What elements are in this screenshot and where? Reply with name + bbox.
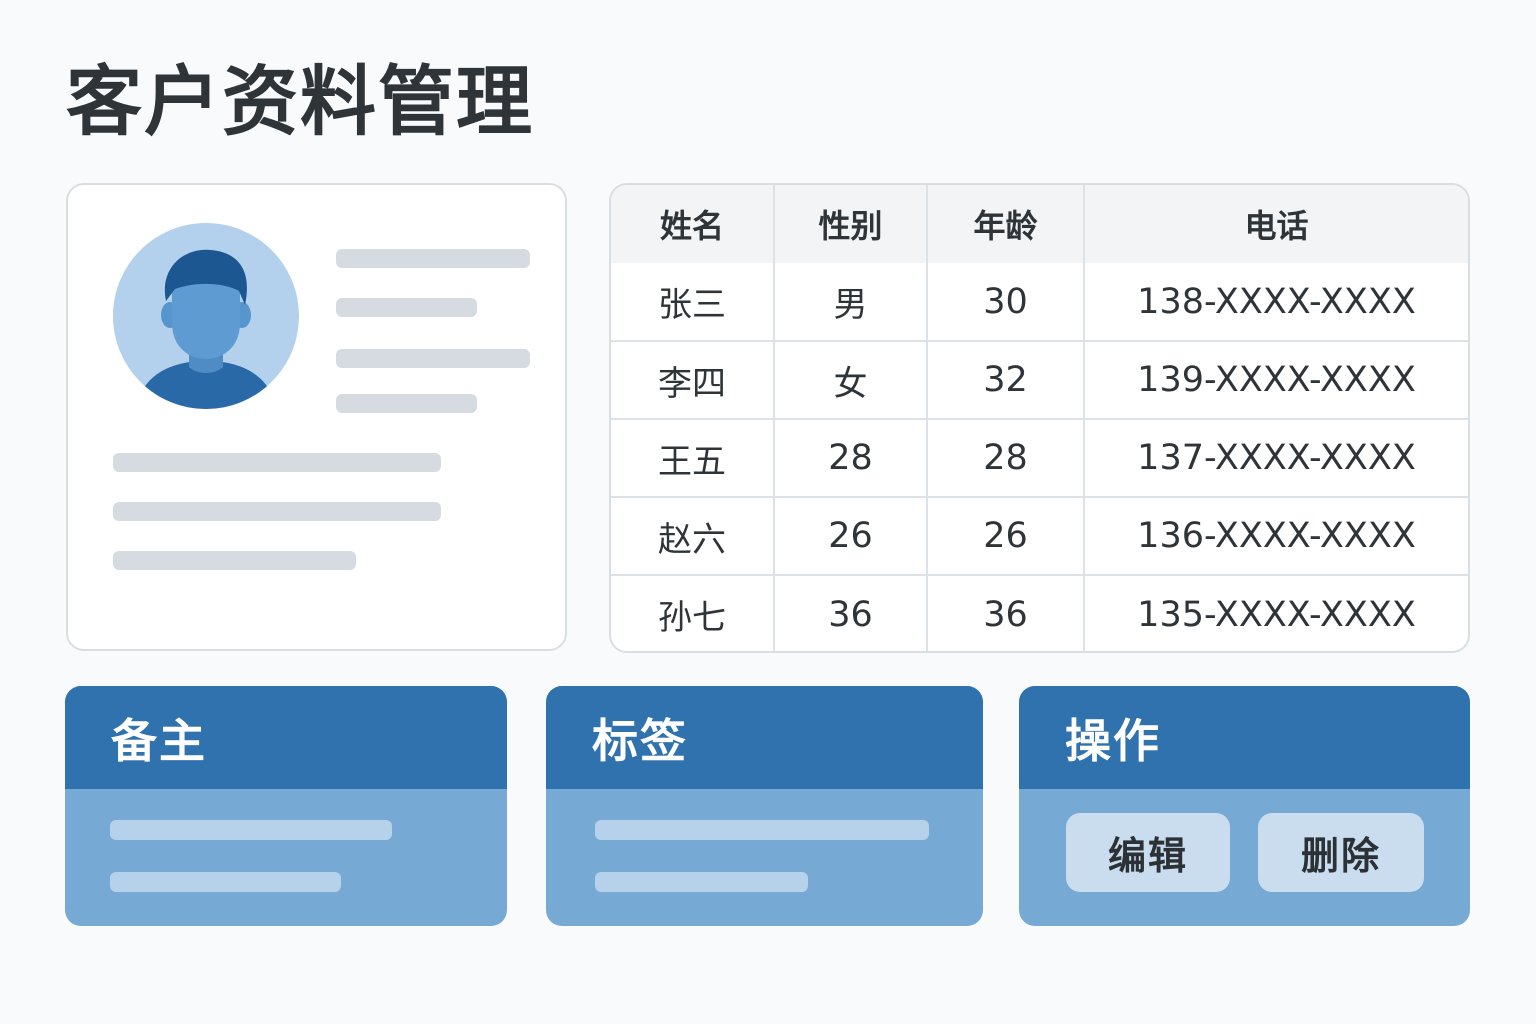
actions-panel-title: 操作 (1065, 713, 1161, 768)
cell-age: 28 (927, 419, 1085, 497)
customer-profile-page: 客户资料管理 姓名 性别 年龄 电话 张三 男 30 138-XXXX-XXXX… (0, 0, 1536, 1024)
cell-name: 李四 (611, 341, 775, 419)
delete-button[interactable]: 删除 (1258, 813, 1424, 892)
column-header-age[interactable]: 年龄 (927, 185, 1085, 263)
cell-name: 张三 (611, 263, 775, 341)
cell-age: 30 (927, 263, 1085, 341)
placeholder-line (113, 551, 356, 570)
tags-panel-title: 标签 (592, 713, 688, 768)
placeholder-line (336, 298, 477, 317)
cell-gender: 28 (774, 419, 928, 497)
cell-gender: 26 (774, 497, 928, 575)
cell-gender: 女 (774, 341, 928, 419)
notes-panel-title: 备主 (111, 713, 207, 768)
user-avatar-icon (113, 223, 299, 409)
placeholder-line (336, 349, 530, 368)
tags-panel: 标签 (546, 686, 983, 926)
placeholder-line (110, 872, 341, 892)
placeholder-line (110, 820, 392, 840)
placeholder-line (113, 502, 441, 521)
cell-phone: 137-XXXX-XXXX (1137, 438, 1416, 478)
table-row[interactable]: 王五 28 28 137-XXXX-XXXX (611, 419, 1468, 497)
cell-phone: 138-XXXX-XXXX (1137, 281, 1416, 322)
page-title: 客户资料管理 (66, 57, 534, 146)
cell-age: 26 (927, 497, 1085, 575)
cell-gender: 36 (774, 575, 928, 651)
cell-name: 赵六 (611, 497, 775, 575)
actions-panel-header: 操作 (1019, 686, 1470, 789)
placeholder-line (113, 453, 441, 472)
column-header-phone[interactable]: 电话 (1084, 185, 1468, 263)
placeholder-line (336, 249, 530, 268)
cell-age: 32 (927, 341, 1085, 419)
cell-name: 王五 (611, 419, 775, 497)
tags-panel-header: 标签 (546, 686, 983, 789)
profile-card (66, 183, 567, 651)
table-row[interactable]: 李四 女 32 139-XXXX-XXXX (611, 341, 1468, 419)
table-row[interactable]: 张三 男 30 138-XXXX-XXXX (611, 263, 1468, 341)
customer-table: 姓名 性别 年龄 电话 张三 男 30 138-XXXX-XXXX 李四 女 3… (609, 183, 1470, 653)
table-row[interactable]: 赵六 26 26 136-XXXX-XXXX (611, 497, 1468, 575)
cell-phone: 135-XXXX-XXXX (1137, 594, 1416, 635)
edit-button[interactable]: 编辑 (1066, 813, 1230, 892)
column-header-name[interactable]: 姓名 (611, 185, 775, 263)
table-row[interactable]: 孙七 36 36 135-XXXX-XXXX (611, 575, 1468, 651)
cell-phone: 139-XXXX-XXXX (1137, 360, 1416, 400)
cell-phone: 136-XXXX-XXXX (1137, 516, 1416, 556)
cell-name: 孙七 (611, 575, 775, 651)
placeholder-line (595, 872, 808, 892)
table-header-row: 姓名 性别 年龄 电话 (611, 185, 1468, 263)
cell-age: 36 (927, 575, 1085, 651)
placeholder-line (336, 394, 477, 413)
actions-panel: 操作 编辑 删除 (1019, 686, 1470, 926)
notes-panel: 备主 (65, 686, 507, 926)
column-header-gender[interactable]: 性别 (774, 185, 928, 263)
cell-gender: 男 (774, 263, 928, 341)
notes-panel-header: 备主 (65, 686, 507, 789)
placeholder-line (595, 820, 929, 840)
